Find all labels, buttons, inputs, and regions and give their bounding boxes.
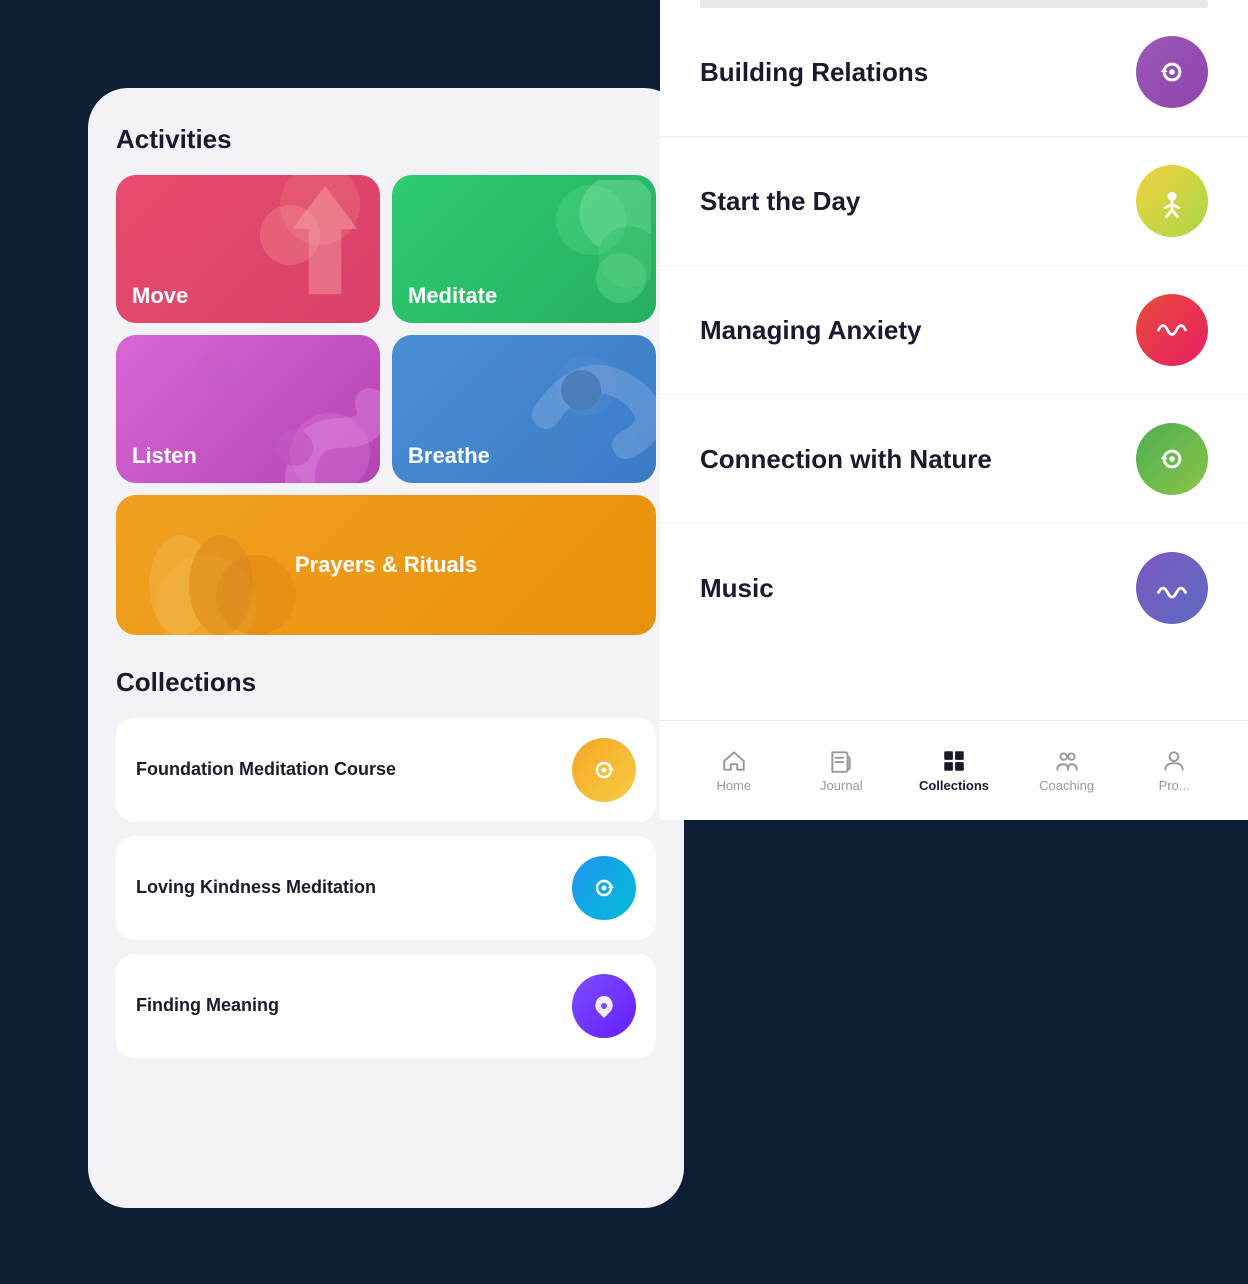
anxiety-row[interactable]: Managing Anxiety: [660, 266, 1248, 395]
phone-panel: Activities Move Meditate: [88, 88, 684, 1208]
prayers-label: Prayers & Rituals: [295, 552, 477, 578]
music-row[interactable]: Music: [660, 524, 1248, 652]
building-icon: [1136, 36, 1208, 108]
top-divider: [700, 0, 1208, 8]
nav-collections-label: Collections: [919, 778, 989, 793]
anxiety-icon: [1136, 294, 1208, 366]
listen-card[interactable]: Listen: [116, 335, 380, 483]
nav-profile[interactable]: Pro...: [1144, 748, 1204, 793]
foundation-title: Foundation Meditation Course: [136, 757, 396, 782]
nav-home[interactable]: Home: [704, 748, 764, 793]
nav-journal[interactable]: Journal: [811, 748, 871, 793]
collection-meaning[interactable]: Finding Meaning: [116, 954, 656, 1058]
activity-grid: Move Meditate Listen: [116, 175, 656, 483]
loving-icon: [572, 856, 636, 920]
move-card[interactable]: Move: [116, 175, 380, 323]
activities-title: Activities: [116, 124, 656, 155]
start-day-row[interactable]: Start the Day: [660, 137, 1248, 266]
meditate-card[interactable]: Meditate: [392, 175, 656, 323]
start-title: Start the Day: [700, 186, 860, 217]
prayers-card[interactable]: Prayers & Rituals: [116, 495, 656, 635]
collection-foundation[interactable]: Foundation Meditation Course: [116, 718, 656, 822]
move-label: Move: [132, 283, 188, 309]
building-title: Building Relations: [700, 57, 928, 88]
meaning-icon: [572, 974, 636, 1038]
nav-home-label: Home: [716, 778, 751, 793]
nav-coaching-label: Coaching: [1039, 778, 1094, 793]
breathe-card[interactable]: Breathe: [392, 335, 656, 483]
nature-icon: [1136, 423, 1208, 495]
foundation-icon: [572, 738, 636, 802]
collections-title: Collections: [116, 667, 656, 698]
building-relations-row[interactable]: Building Relations: [660, 8, 1248, 137]
collections-list: Foundation Meditation Course Loving Kind…: [116, 718, 656, 1058]
loving-title: Loving Kindness Meditation: [136, 875, 376, 900]
right-panel: Building Relations Start the Day: [660, 0, 1248, 820]
nav-coaching[interactable]: Coaching: [1037, 748, 1097, 793]
bottom-nav: Home Journal Collections Coaching: [660, 720, 1248, 820]
anxiety-title: Managing Anxiety: [700, 315, 922, 346]
music-icon: [1136, 552, 1208, 624]
nature-row[interactable]: Connection with Nature: [660, 395, 1248, 524]
nav-journal-label: Journal: [820, 778, 863, 793]
meaning-title: Finding Meaning: [136, 993, 279, 1018]
listen-label: Listen: [132, 443, 197, 469]
start-icon: [1136, 165, 1208, 237]
nature-title: Connection with Nature: [700, 444, 992, 475]
nav-profile-label: Pro...: [1159, 778, 1190, 793]
collection-loving[interactable]: Loving Kindness Meditation: [116, 836, 656, 940]
nav-collections[interactable]: Collections: [919, 748, 989, 793]
music-title: Music: [700, 573, 774, 604]
list-rows: Building Relations Start the Day: [660, 8, 1248, 652]
meditate-label: Meditate: [408, 283, 497, 309]
breathe-label: Breathe: [408, 443, 490, 469]
